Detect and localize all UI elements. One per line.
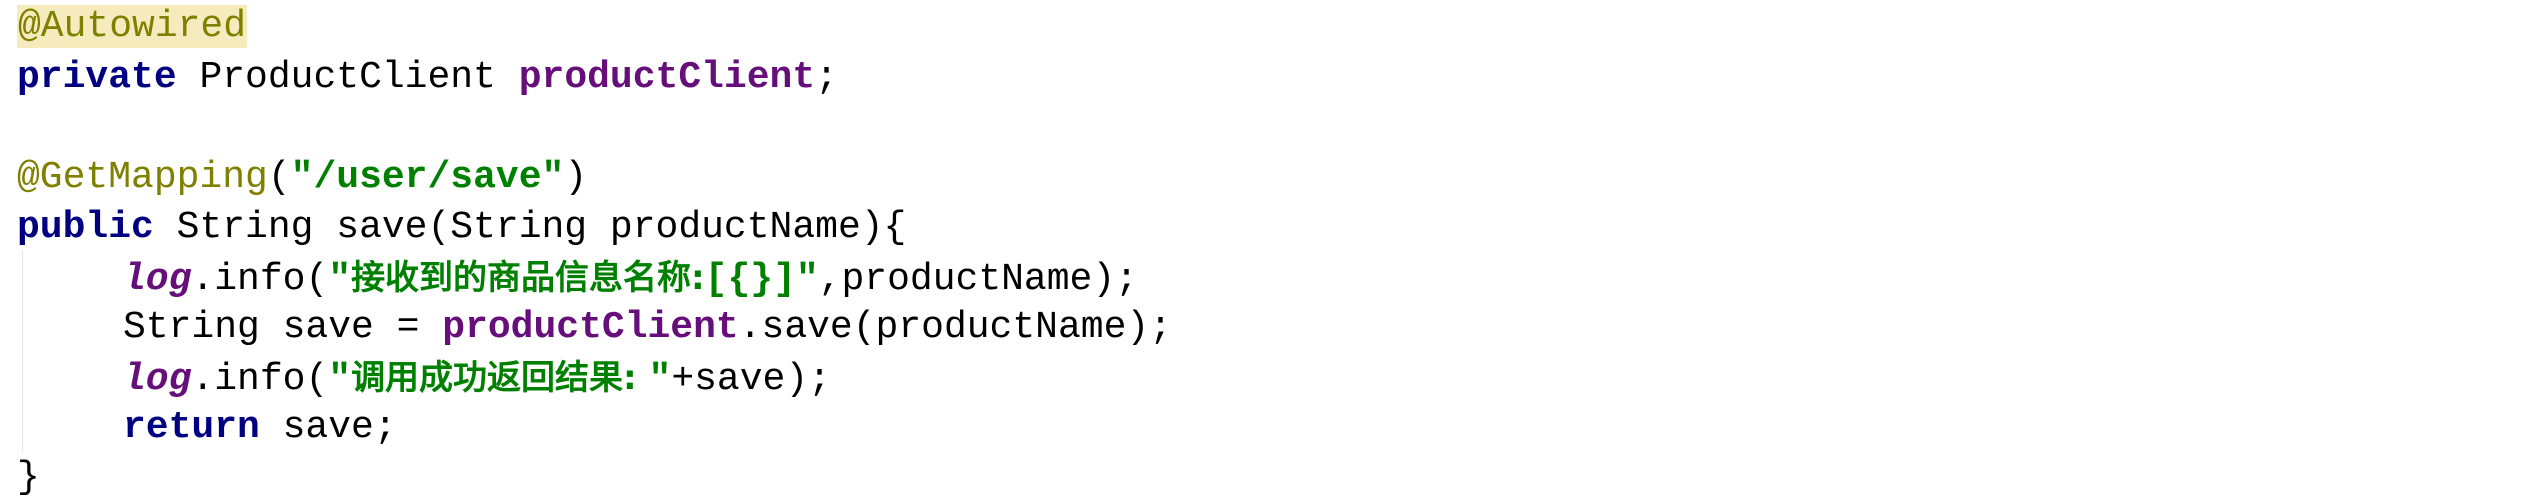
product-client-type[interactable]: ProductClient xyxy=(199,56,495,99)
getmapping-annotation[interactable]: @GetMapping xyxy=(17,156,268,199)
string-quote-close: " xyxy=(648,358,672,401)
string-quote-open: " xyxy=(328,258,352,301)
code-line-6: log.info("接收到的商品信息名称:[{}]",productName); xyxy=(123,253,1138,303)
save-declaration[interactable]: String save = xyxy=(123,306,442,349)
save-call[interactable]: .save(productName); xyxy=(739,306,1172,349)
semicolon: ; xyxy=(815,56,838,99)
private-keyword[interactable]: private xyxy=(17,56,177,99)
indent-guide xyxy=(22,250,23,452)
info-call[interactable]: .info( xyxy=(191,258,328,301)
string-quote-open: " xyxy=(328,358,352,401)
log-message-string[interactable]: 接收到的商品信息名称: xyxy=(351,258,705,298)
mapping-path-string[interactable]: "/user/save" xyxy=(291,156,565,199)
closing-brace: } xyxy=(17,456,40,499)
result-message-string[interactable]: 调用成功返回结果: xyxy=(351,358,648,398)
public-keyword[interactable]: public xyxy=(17,206,154,249)
return-keyword[interactable]: return xyxy=(123,406,260,449)
method-signature[interactable]: String save(String productName){ xyxy=(177,206,907,249)
log-field[interactable]: log xyxy=(123,258,191,301)
code-line-8: log.info("调用成功返回结果: "+save); xyxy=(123,353,831,403)
product-client-ref[interactable]: productClient xyxy=(442,306,738,349)
open-paren: ( xyxy=(267,156,291,199)
code-line-2: private ProductClient productClient; xyxy=(17,53,838,103)
return-value: save; xyxy=(259,406,397,449)
concat-args: +save); xyxy=(671,358,831,401)
autowired-annotation[interactable]: @Autowired xyxy=(17,5,248,48)
code-line-5: public String save(String productName){ xyxy=(17,203,906,253)
log-placeholder-string[interactable]: [{}]" xyxy=(705,258,819,301)
code-line-1: @Autowired xyxy=(17,2,248,52)
close-paren: ) xyxy=(564,156,588,199)
log-args: ,productName); xyxy=(818,258,1138,301)
info-call[interactable]: .info( xyxy=(191,358,328,401)
product-client-field[interactable]: productClient xyxy=(519,56,815,99)
log-field[interactable]: log xyxy=(123,358,191,401)
code-line-4: @GetMapping("/user/save") xyxy=(17,153,587,203)
code-line-7: String save = productClient.save(product… xyxy=(123,303,1172,353)
code-line-10: } xyxy=(17,453,40,503)
code-editor[interactable]: @Autowired private ProductClient product… xyxy=(0,0,2534,504)
code-line-9: return save; xyxy=(123,403,397,453)
